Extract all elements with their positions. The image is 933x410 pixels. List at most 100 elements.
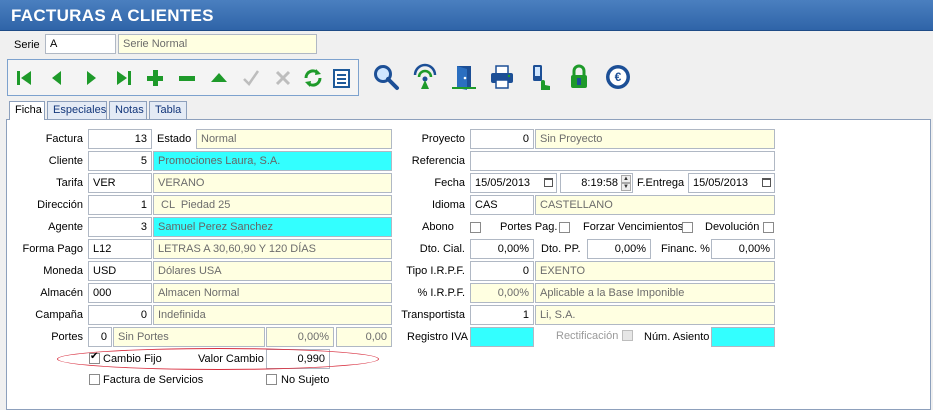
serie-name-field: Serie Normal <box>118 34 317 54</box>
tab-notas[interactable]: Notas <box>109 101 147 119</box>
forma-pago-code-input[interactable]: L12 <box>88 239 152 259</box>
portes-code-input[interactable]: 0 <box>88 327 112 347</box>
pct-irpf-field: 0,00% <box>470 283 534 303</box>
document-list-icon <box>333 69 350 88</box>
fecha-date-input[interactable]: 15/05/2013 <box>470 173 557 193</box>
f-entrega-date-input[interactable]: 15/05/2013 <box>688 173 775 193</box>
num-asiento-label: Núm. Asiento <box>644 331 710 343</box>
tipo-irpf-code-input[interactable]: 0 <box>470 261 534 281</box>
fecha-date-value: 15/05/2013 <box>475 177 531 189</box>
list-view-button[interactable] <box>329 65 355 91</box>
campana-name-field: Indefinida <box>153 305 392 325</box>
fecha-time-input[interactable]: 8:19:58 ▲ ▼ <box>560 173 633 193</box>
next-record-button[interactable] <box>78 65 104 91</box>
tab-especiales[interactable]: Especiales <box>47 101 107 119</box>
cliente-code-input[interactable]: 5 <box>88 151 152 171</box>
add-record-button[interactable] <box>142 65 168 91</box>
lock-button[interactable] <box>563 61 595 93</box>
time-down-icon[interactable]: ▼ <box>621 183 631 191</box>
exit-door-button[interactable] <box>448 61 480 93</box>
euro-button[interactable]: € <box>602 61 634 93</box>
f-entrega-date-value: 15/05/2013 <box>693 177 749 189</box>
idioma-code-input[interactable]: CAS <box>470 195 534 215</box>
devolucion-checkbox[interactable] <box>763 222 774 233</box>
print-button[interactable] <box>486 61 518 93</box>
referencia-label: Referencia <box>411 155 465 167</box>
factura-label: Factura <box>45 133 83 145</box>
tarifa-code-input[interactable]: VER <box>88 173 152 193</box>
portes-pag-checkbox[interactable] <box>559 222 570 233</box>
lock-icon <box>571 64 587 88</box>
search-button[interactable] <box>370 61 402 93</box>
navigation-toolbar <box>7 59 359 96</box>
calendar-icon[interactable] <box>544 178 553 187</box>
pct-irpf-desc-field: Aplicable a la Base Imponible <box>535 283 775 303</box>
calendar-icon[interactable] <box>762 178 771 187</box>
registro-iva-field[interactable] <box>470 327 534 347</box>
serie-label: Serie <box>14 39 40 51</box>
num-asiento-field[interactable] <box>711 327 775 347</box>
touch-button[interactable] <box>525 61 557 93</box>
financ-label: Financ. % <box>661 243 710 255</box>
factura-servicios-checkbox[interactable] <box>89 374 100 385</box>
no-sujeto-checkbox[interactable] <box>266 374 277 385</box>
transportista-label: Transportista <box>401 309 465 321</box>
dto-pp-label: Dto. PP. <box>541 243 581 255</box>
tab-ficha[interactable]: Ficha <box>9 101 45 120</box>
dto-cial-input[interactable]: 0,00% <box>470 239 534 259</box>
moneda-code-input[interactable]: USD <box>88 261 152 281</box>
delete-record-button[interactable] <box>174 65 200 91</box>
first-record-button[interactable] <box>12 65 38 91</box>
agente-label: Agente <box>48 221 83 233</box>
previous-record-button[interactable] <box>44 65 70 91</box>
proyecto-code-input[interactable]: 0 <box>470 129 534 149</box>
rectificacion-checkbox <box>622 330 633 341</box>
printer-icon <box>491 65 513 89</box>
direccion-code-input[interactable]: 1 <box>88 195 152 215</box>
touch-device-icon <box>533 65 550 90</box>
estado-label: Estado <box>157 133 192 145</box>
edit-record-button[interactable] <box>206 65 232 91</box>
cancel-button[interactable] <box>270 65 296 91</box>
forzar-vencimientos-checkbox[interactable] <box>682 222 693 233</box>
almacen-name-field: Almacen Normal <box>153 283 392 303</box>
tarifa-label: Tarifa <box>56 177 83 189</box>
agente-name-field: Samuel Perez Sanchez <box>153 217 392 237</box>
highlight-oval-annotation <box>57 348 379 370</box>
no-sujeto-label: No Sujeto <box>281 374 330 386</box>
referencia-input[interactable] <box>470 151 775 171</box>
tarifa-name-field: VERANO <box>153 173 392 193</box>
rectificacion-label: Rectificación <box>556 330 619 342</box>
transportista-code-input[interactable]: 1 <box>470 305 534 325</box>
door-icon <box>452 66 476 90</box>
abono-checkbox[interactable] <box>470 222 481 233</box>
forzar-vencimientos-label: Forzar Vencimientos <box>583 221 684 233</box>
euro-coin-icon: € <box>606 65 630 89</box>
dto-pp-input[interactable]: 0,00% <box>587 239 651 259</box>
close-icon <box>275 70 291 86</box>
serie-code-input[interactable]: A <box>45 34 116 54</box>
almacen-code-input[interactable]: 000 <box>88 283 152 303</box>
minus-icon <box>179 76 195 81</box>
window-title: FACTURAS A CLIENTES <box>11 6 214 25</box>
up-triangle-icon <box>211 73 227 82</box>
time-up-icon[interactable]: ▲ <box>621 175 631 183</box>
first-icon <box>17 71 31 85</box>
confirm-button[interactable] <box>238 65 264 91</box>
factura-servicios-label: Factura de Servicios <box>103 374 204 386</box>
refresh-button[interactable] <box>300 65 326 91</box>
fecha-time-value: 8:19:58 <box>581 177 618 189</box>
tab-tabla[interactable]: Tabla <box>149 101 187 119</box>
factura-number-input[interactable]: 13 <box>88 129 152 149</box>
last-record-button[interactable] <box>110 65 136 91</box>
devolucion-label: Devolución <box>705 221 760 233</box>
portes-amount-field: 0,00 <box>336 327 392 347</box>
agente-code-input[interactable]: 3 <box>88 217 152 237</box>
signal-button[interactable] <box>409 61 441 93</box>
portes-pag-label: Portes Pag. <box>500 221 558 233</box>
search-icon <box>374 65 399 90</box>
previous-icon <box>52 71 61 85</box>
direccion-label: Dirección <box>37 199 83 211</box>
financ-input[interactable]: 0,00% <box>711 239 775 259</box>
campana-code-input[interactable]: 0 <box>88 305 152 325</box>
